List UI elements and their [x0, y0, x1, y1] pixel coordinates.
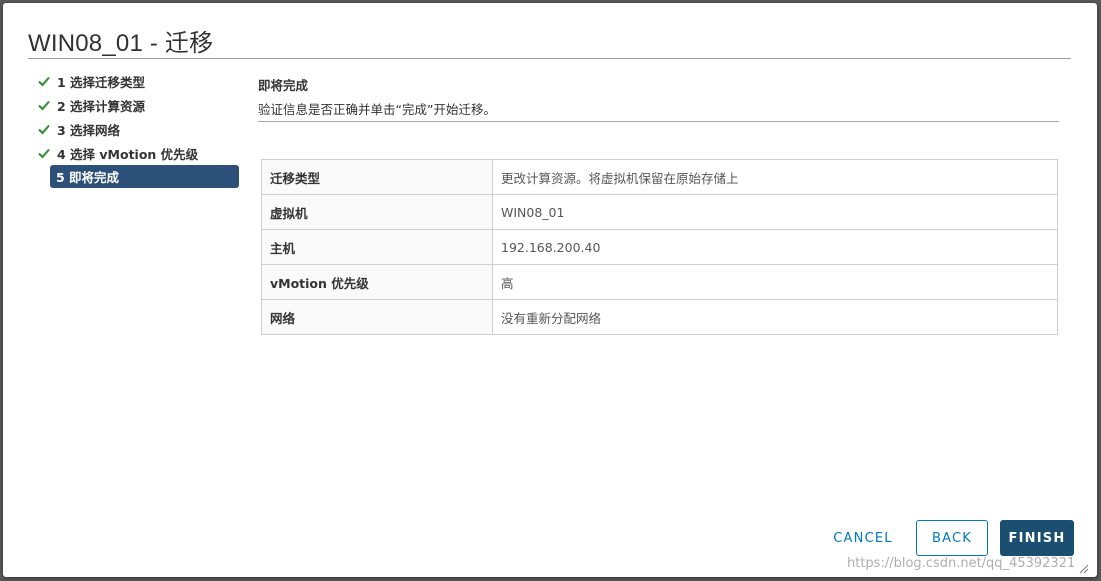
table-row: 主机 192.168.200.40	[261, 229, 1058, 265]
step-label: 2 选择计算资源	[57, 98, 146, 114]
resize-grip-icon[interactable]	[1079, 559, 1089, 574]
watermark: https://blog.csdn.net/qq_45392321	[847, 556, 1076, 571]
table-row: vMotion 优先级 高	[261, 264, 1058, 300]
summary-value: 192.168.200.40	[492, 229, 1058, 265]
summary-key: 主机	[261, 229, 493, 265]
step-select-compute-resource[interactable]: 2 选择计算资源	[33, 93, 243, 117]
summary-value: 更改计算资源。将虚拟机保留在原始存储上	[492, 159, 1058, 195]
check-icon	[35, 72, 53, 90]
summary-key: vMotion 优先级	[261, 264, 493, 300]
step-select-migration-type[interactable]: 1 选择迁移类型	[33, 69, 243, 93]
content-header: 即将完成 验证信息是否正确并单击“完成”开始迁移。	[258, 75, 1058, 118]
step-label: 5 即将完成	[56, 170, 120, 185]
table-row: 虚拟机 WIN08_01	[261, 194, 1058, 230]
finish-button[interactable]: FINISH	[1000, 520, 1074, 556]
table-row: 网络 没有重新分配网络	[261, 299, 1058, 335]
table-row: 迁移类型 更改计算资源。将虚拟机保留在原始存储上	[261, 159, 1058, 195]
summary-value: WIN08_01	[492, 194, 1058, 230]
section-title: 即将完成	[258, 78, 309, 93]
title-divider	[28, 58, 1071, 59]
section-description: 验证信息是否正确并单击“完成”开始迁移。	[258, 102, 496, 117]
step-select-vmotion-priority[interactable]: 4 选择 vMotion 优先级	[33, 141, 243, 165]
check-icon	[35, 144, 53, 162]
cancel-button[interactable]: CANCEL	[829, 520, 897, 556]
back-button[interactable]: BACK	[916, 520, 988, 556]
summary-key: 虚拟机	[261, 194, 493, 230]
content-divider	[258, 121, 1059, 122]
dialog-title: WIN08_01 - 迁移	[28, 30, 214, 57]
migrate-dialog: WIN08_01 - 迁移 1 选择迁移类型 2 选择计算资源 3 选择网络 4…	[3, 3, 1097, 577]
summary-value: 没有重新分配网络	[492, 299, 1058, 335]
summary-table: 迁移类型 更改计算资源。将虚拟机保留在原始存储上 虚拟机 WIN08_01 主机…	[261, 159, 1058, 335]
summary-key: 迁移类型	[261, 159, 493, 195]
step-label: 1 选择迁移类型	[57, 74, 146, 90]
step-ready-to-complete[interactable]: 5 即将完成	[50, 165, 239, 188]
step-label: 3 选择网络	[57, 122, 121, 138]
wizard-steps: 1 选择迁移类型 2 选择计算资源 3 选择网络 4 选择 vMotion 优先…	[33, 69, 243, 188]
step-select-network[interactable]: 3 选择网络	[33, 117, 243, 141]
step-label: 4 选择 vMotion 优先级	[57, 146, 199, 162]
check-icon	[35, 96, 53, 114]
summary-value: 高	[492, 264, 1058, 300]
summary-key: 网络	[261, 299, 493, 335]
check-icon	[35, 120, 53, 138]
